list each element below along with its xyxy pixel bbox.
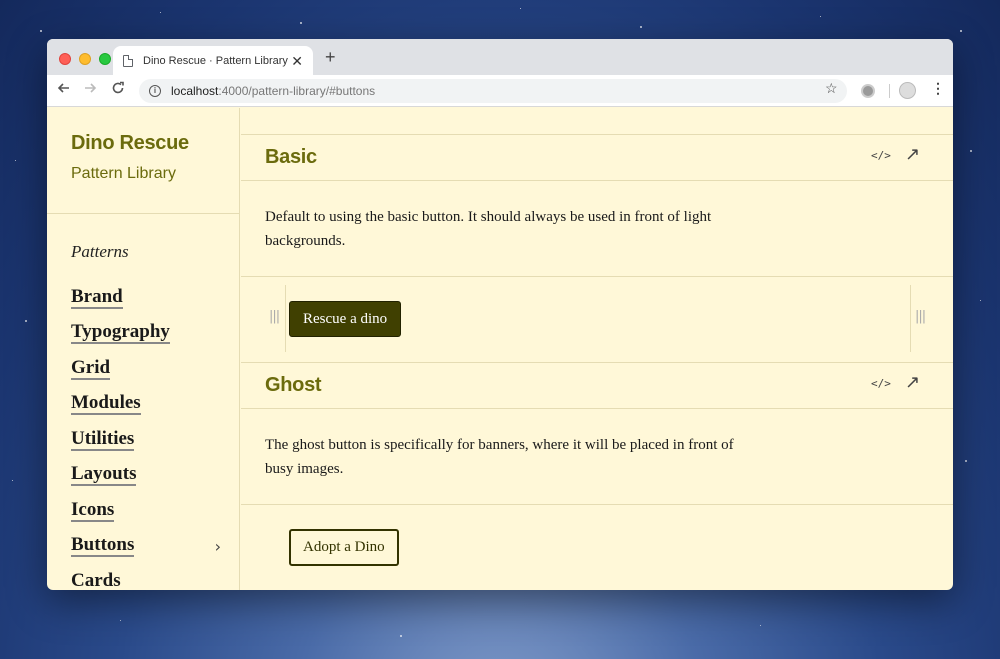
minimize-window-button[interactable]: [79, 53, 91, 65]
divider: [241, 276, 953, 277]
sidebar: Dino Rescue Pattern Library Patterns Bra…: [47, 108, 240, 590]
patterns-heading: Patterns: [71, 242, 129, 261]
sidebar-item-label: Brand: [71, 285, 123, 309]
sidebar-item-label: Utilities: [71, 427, 135, 451]
section-title: Basic: [265, 146, 317, 168]
sidebar-item-label: Layouts: [71, 463, 137, 487]
info-icon[interactable]: i: [149, 85, 161, 97]
bookmark-star-icon[interactable]: ☆: [825, 81, 838, 95]
sidebar-item-typography[interactable]: Typography: [71, 316, 221, 352]
reload-icon[interactable]: [111, 81, 125, 101]
brand-subtitle: Pattern Library: [71, 165, 176, 182]
sidebar-item-cards[interactable]: Cards: [71, 564, 221, 590]
document-icon: [123, 54, 133, 67]
browser-window: Dino Rescue · Pattern Library ✕ + i loca…: [47, 39, 953, 590]
extension-icon[interactable]: [861, 84, 875, 98]
code-icon[interactable]: </>: [871, 377, 891, 390]
back-icon[interactable]: [57, 81, 71, 101]
url-host: localhost: [171, 84, 219, 98]
sidebar-item-buttons[interactable]: Buttons ›: [71, 529, 221, 565]
divider: [241, 504, 953, 505]
sidebar-item-label: Modules: [71, 392, 141, 416]
sidebar-item-layouts[interactable]: Layouts: [71, 458, 221, 494]
main-content: Basic </> ↗ Default to using the basic b…: [241, 108, 953, 590]
section-description: Default to using the basic button. It sh…: [265, 209, 712, 249]
pattern-nav: Brand Typography Grid Modules Utilities …: [71, 280, 221, 590]
forward-icon[interactable]: [83, 81, 97, 101]
sidebar-item-label: Grid: [71, 356, 111, 380]
browser-toolbar: i localhost:4000/pattern-library/#button…: [47, 75, 953, 107]
external-link-icon[interactable]: ↗: [905, 373, 920, 391]
maximize-window-button[interactable]: [99, 53, 111, 65]
brand-block: Dino Rescue Pattern Library: [47, 108, 239, 214]
sidebar-item-brand[interactable]: Brand: [71, 280, 221, 316]
sidebar-item-label: Icons: [71, 498, 115, 522]
sidebar-item-utilities[interactable]: Utilities: [71, 422, 221, 458]
sidebar-item-label: Cards: [71, 571, 121, 590]
browser-titlebar: Dino Rescue · Pattern Library ✕ +: [47, 39, 953, 75]
close-window-button[interactable]: [59, 53, 71, 65]
menu-icon[interactable]: ⋮: [931, 81, 945, 95]
section-header-ghost: Ghost </> ↗: [241, 362, 953, 409]
profile-icon[interactable]: [899, 82, 916, 99]
browser-tab[interactable]: Dino Rescue · Pattern Library ✕: [113, 46, 313, 75]
resize-handle-right[interactable]: |||: [915, 309, 926, 324]
section-header-basic: Basic </> ↗: [241, 134, 953, 181]
resize-handle-left[interactable]: |||: [269, 309, 280, 324]
sidebar-item-label: Buttons: [71, 534, 135, 558]
chevron-right-icon: ›: [214, 536, 221, 556]
url-path: :4000/pattern-library/#buttons: [218, 84, 376, 98]
external-link-icon[interactable]: ↗: [905, 145, 920, 163]
section-title: Ghost: [265, 374, 322, 396]
sidebar-item-modules[interactable]: Modules: [71, 387, 221, 423]
section-description: The ghost button is specifically for ban…: [265, 437, 734, 477]
rescue-a-dino-button[interactable]: Rescue a dino: [289, 301, 402, 337]
address-bar[interactable]: i localhost:4000/pattern-library/#button…: [139, 79, 847, 103]
sidebar-item-label: Typography: [71, 321, 170, 345]
tab-title: Dino Rescue · Pattern Library: [143, 54, 288, 67]
tab-close-icon[interactable]: ✕: [291, 54, 303, 68]
brand-name[interactable]: Dino Rescue: [71, 132, 239, 155]
adopt-a-dino-button[interactable]: Adopt a Dino: [289, 529, 399, 566]
toolbar-separator: [889, 84, 890, 98]
code-icon[interactable]: </>: [871, 149, 891, 162]
new-tab-button[interactable]: +: [325, 48, 336, 66]
sidebar-item-grid[interactable]: Grid: [71, 351, 221, 387]
sidebar-item-icons[interactable]: Icons: [71, 493, 221, 529]
